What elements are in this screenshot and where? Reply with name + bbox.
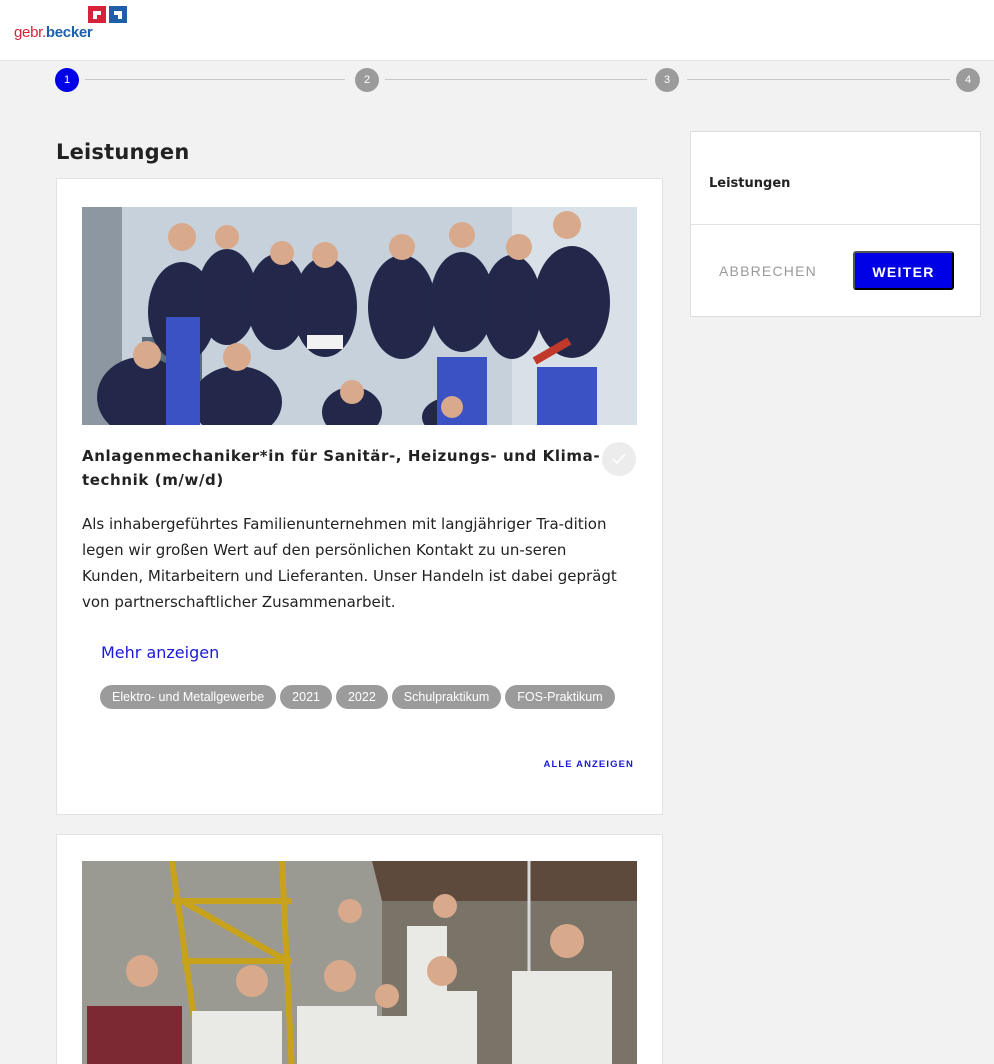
- company-logo[interactable]: gebr.becker: [14, 6, 154, 52]
- logo-mark-icon: [88, 6, 127, 23]
- tag[interactable]: FOS-Praktikum: [505, 685, 615, 709]
- step-1[interactable]: 1: [55, 68, 79, 92]
- step-connector: [385, 79, 647, 80]
- logo-main: becker: [45, 24, 93, 41]
- step-connector: [85, 79, 345, 80]
- step-2[interactable]: 2: [355, 68, 379, 92]
- tag[interactable]: Schulpraktikum: [391, 685, 502, 709]
- top-bar: gebr.becker: [0, 0, 994, 61]
- select-toggle[interactable]: [602, 442, 636, 476]
- service-card: Anlagenmechaniker*in für Sanitär-, Heizu…: [56, 178, 663, 815]
- tag-list: Elektro- und Metallgewerbe 2021 2022 Schulp…: [100, 685, 620, 717]
- logo-prefix: gebr.: [14, 24, 46, 41]
- divider: [691, 224, 980, 225]
- next-button[interactable]: WEITER: [853, 251, 954, 290]
- summary-panel: Leistungen ABBRECHEN WEITER: [690, 131, 981, 317]
- cancel-button[interactable]: ABBRECHEN: [709, 253, 829, 289]
- show-more-link[interactable]: Mehr anzeigen: [101, 643, 219, 662]
- check-icon: [612, 453, 626, 465]
- tag[interactable]: Elektro- und Metallgewerbe: [100, 685, 277, 709]
- tag[interactable]: 2021: [280, 685, 332, 709]
- service-card: [56, 834, 663, 1064]
- step-3[interactable]: 3: [655, 68, 679, 92]
- page-title: Leistungen: [56, 140, 190, 164]
- progress-stepper: 1 2 3 4: [55, 66, 982, 94]
- show-all-link[interactable]: ALLE ANZEIGEN: [544, 759, 634, 770]
- step-4[interactable]: 4: [956, 68, 980, 92]
- card-image: [82, 207, 637, 425]
- card-description: Als inhabergeführtes Familienunternehmen…: [82, 515, 617, 611]
- team-photo-outdoor: [82, 861, 637, 1064]
- card-image: [82, 861, 637, 1064]
- logo-wordmark: gebr.becker: [14, 24, 93, 41]
- card-title: Anlagenmechaniker*in für Sanitär-, Heizu…: [82, 447, 601, 489]
- team-photo-workshop: [82, 207, 637, 425]
- step-connector: [687, 79, 950, 80]
- tag[interactable]: 2022: [335, 685, 388, 709]
- summary-title: Leistungen: [709, 176, 791, 191]
